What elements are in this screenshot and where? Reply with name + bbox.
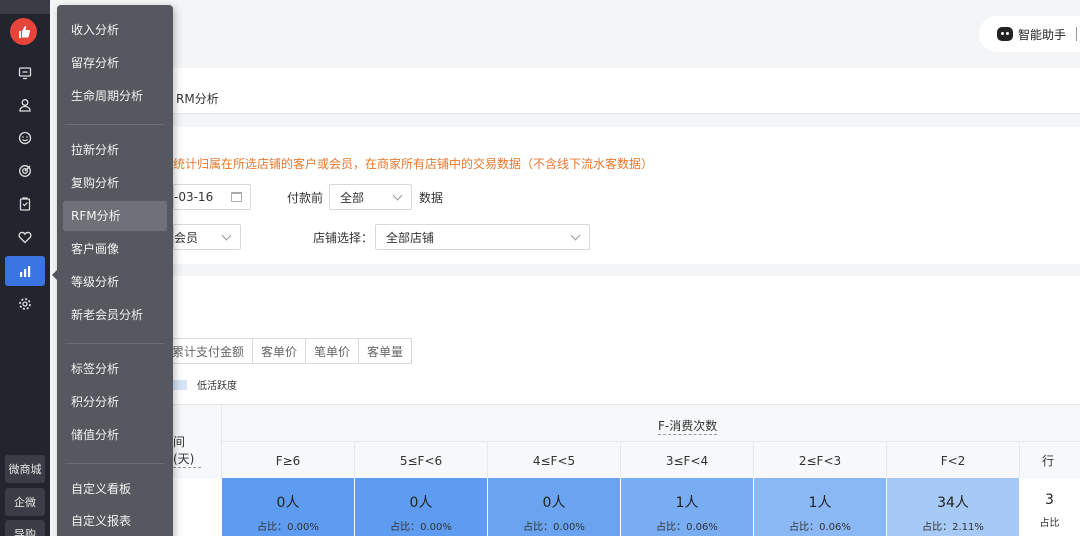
cell-ratio: 占比：0.06% (789, 522, 851, 533)
cell-ratio: 占比：0.00% (257, 522, 319, 533)
rfm-panel: 累计支付金额 客单价 笔单价 客单量 低活跃度 间 (天) F-消费次数 F≥6… (172, 276, 1080, 536)
cell-ratio: 占比：0.00% (523, 522, 585, 533)
user-icon[interactable] (5, 90, 45, 120)
thumbs-up-logo-icon[interactable] (10, 18, 37, 45)
legend: 低活跃度 (173, 377, 237, 392)
monitor-icon[interactable] (5, 58, 45, 88)
col-header: 4≤F<5 (488, 442, 621, 479)
smile-icon[interactable] (5, 123, 45, 153)
metric-tab-order-price[interactable]: 笔单价 (305, 338, 360, 364)
table-cell[interactable]: 0人占比：0.00% (222, 478, 355, 536)
menu-item-tags[interactable]: 标签分析 (63, 354, 167, 384)
table-cell[interactable]: 1人占比：0.06% (621, 478, 754, 536)
row-axis-label: 间 (天) (173, 433, 201, 468)
icon-rail: 微商城 企微 导购 (0, 0, 50, 536)
pay-label: 付款前 (287, 190, 324, 205)
data-label: 数据 (419, 190, 444, 205)
target-icon[interactable] (5, 156, 45, 186)
metric-tab-customer-price[interactable]: 客单价 (252, 338, 307, 364)
settings-icon[interactable] (5, 289, 45, 319)
legend-label: 低活跃度 (197, 381, 237, 392)
metric-tab-total-pay[interactable]: 累计支付金额 (172, 338, 254, 364)
robot-icon (997, 27, 1013, 41)
metric-tabs: 累计支付金额 客单价 笔单价 客单量 (172, 338, 413, 364)
menu-divider (65, 343, 165, 344)
tab-rfm[interactable]: RM分析 (176, 90, 219, 107)
metric-tab-customer-count[interactable]: 客单量 (358, 338, 413, 364)
date-value: -03-16 (174, 190, 214, 204)
table-cell[interactable]: 1人占比：0.06% (754, 478, 887, 536)
menu-item-rfm[interactable]: RFM分析 (63, 201, 167, 231)
col-header: 3≤F<4 (621, 442, 754, 479)
col-axis-label: F-消费次数 (658, 419, 718, 435)
qiwei-button[interactable]: 企微 (5, 488, 45, 516)
col-header: 5≤F<6 (355, 442, 488, 479)
table-cell[interactable]: 0人占比：0.00% (355, 478, 488, 536)
cell-count: 1人 (808, 495, 832, 511)
shop-label: 店铺选择： (313, 230, 374, 245)
chevron-down-icon (570, 230, 581, 240)
assistant-label: 智能助手 (1018, 27, 1067, 42)
menu-item-income[interactable]: 收入分析 (63, 15, 167, 45)
menu-item-custom-report[interactable]: 自定义报表 (63, 506, 167, 536)
cell-count: 0人 (276, 495, 300, 511)
pay-value: 全部 (340, 190, 365, 205)
table-cell[interactable]: 3 占比 (1020, 478, 1080, 536)
bar-chart-icon[interactable] (5, 256, 45, 286)
cell-ratio: 占比：0.00% (390, 522, 452, 533)
col-axis-header: F-消费次数 (222, 405, 1080, 442)
menu-item-repurchase[interactable]: 复购分析 (63, 168, 167, 198)
menu-divider (65, 124, 165, 125)
date-range-input[interactable]: -03-16 (173, 184, 251, 210)
calendar-icon (231, 192, 242, 202)
tab-bar: RM分析 (173, 68, 1080, 114)
cell-ratio: 占比：2.11% (922, 522, 984, 533)
filter-panel: 统计归属在所选店铺的客户或会员，在商家所有店铺中的交易数据（不含线下流水客数据）… (173, 127, 1080, 264)
col-header: F≥6 (222, 442, 355, 479)
member-value: 会员 (174, 230, 199, 245)
menu-item-new-old[interactable]: 新老会员分析 (63, 300, 167, 330)
menu-item-lifecycle[interactable]: 生命周期分析 (63, 81, 167, 111)
col-header: 2≤F<3 (754, 442, 887, 479)
table-cell[interactable]: 0人占比：0.00% (488, 478, 621, 536)
rail-top-strip (0, 0, 50, 14)
cell-count: 34人 (937, 495, 969, 511)
cell-count: 1人 (675, 495, 699, 511)
menu-item-level[interactable]: 等级分析 (63, 267, 167, 297)
menu-item-acquisition[interactable]: 拉新分析 (63, 135, 167, 165)
menu-item-custom-board[interactable]: 自定义看板 (63, 474, 167, 504)
daogou-button[interactable]: 导购 (5, 520, 45, 536)
shop-value: 全部店铺 (386, 230, 435, 245)
menu-item-persona[interactable]: 客户画像 (63, 234, 167, 264)
chevron-down-icon (392, 190, 403, 200)
chevron-down-icon (221, 230, 232, 240)
table-header: 间 (天) F-消费次数 F≥6 5≤F<6 4≤F<5 3≤F<4 2≤F<3… (173, 404, 1080, 479)
pay-select[interactable]: 全部 (329, 184, 413, 210)
analysis-menu: 收入分析 留存分析 生命周期分析 拉新分析 复购分析 RFM分析 客户画像 等级… (57, 5, 173, 536)
table-cell[interactable]: 34人占比：2.11% (887, 478, 1020, 536)
row-axis-header: 间 (天) (173, 405, 222, 479)
menu-item-points[interactable]: 积分分析 (63, 387, 167, 417)
heart-icon[interactable] (5, 222, 45, 252)
menu-item-stored-value[interactable]: 储值分析 (63, 420, 167, 450)
cell-count: 0人 (542, 495, 566, 511)
menu-item-retention[interactable]: 留存分析 (63, 48, 167, 78)
divider (1076, 27, 1078, 41)
cell-count: 0人 (409, 495, 433, 511)
legend-swatch (173, 379, 187, 390)
menu-divider (65, 463, 165, 464)
top-header (173, 0, 1080, 68)
scope-notice: 统计归属在所选店铺的客户或会员，在商家所有店铺中的交易数据（不含线下流水客数据） (173, 157, 654, 171)
cell-count: 3 (1045, 492, 1054, 508)
shop-select[interactable]: 全部店铺 (375, 224, 591, 250)
table-row: 0人 占比：0.00% 0人 占比：0.00% 0人 占比：0.00% 1人 占比：0.06%… (173, 478, 1080, 536)
clipboard-icon[interactable] (5, 189, 45, 219)
cell-ratio: 占比：0.06% (656, 522, 718, 533)
weishangcheng-button[interactable]: 微商城 (5, 455, 45, 483)
member-select[interactable]: 会员 (173, 224, 241, 250)
col-header: 行 (1042, 454, 1055, 468)
cell-ratio: 占比 (1039, 518, 1060, 529)
col-header: F<2 (887, 442, 1020, 479)
assistant-button[interactable]: 智能助手 (979, 16, 1080, 52)
